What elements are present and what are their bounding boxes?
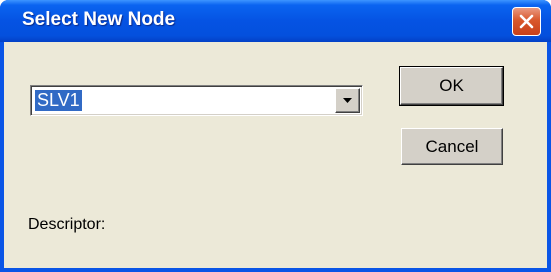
window-title: Select New Node [22,9,176,30]
node-select[interactable]: SLV1 [30,85,363,116]
dialog-body: SLV1 OK Cancel Descriptor: [4,42,547,268]
descriptor-label: Descriptor: [28,216,106,233]
cancel-button[interactable]: Cancel [401,128,503,165]
close-button[interactable] [512,7,541,36]
chevron-down-icon [343,98,352,103]
node-select-value[interactable]: SLV1 [35,90,82,111]
dropdown-button[interactable] [335,88,360,113]
dialog-window: Select New Node SLV1 OK Cancel Descripto… [0,0,551,272]
title-bar[interactable]: Select New Node [0,0,551,42]
close-icon [519,14,534,29]
ok-button[interactable]: OK [399,66,504,106]
